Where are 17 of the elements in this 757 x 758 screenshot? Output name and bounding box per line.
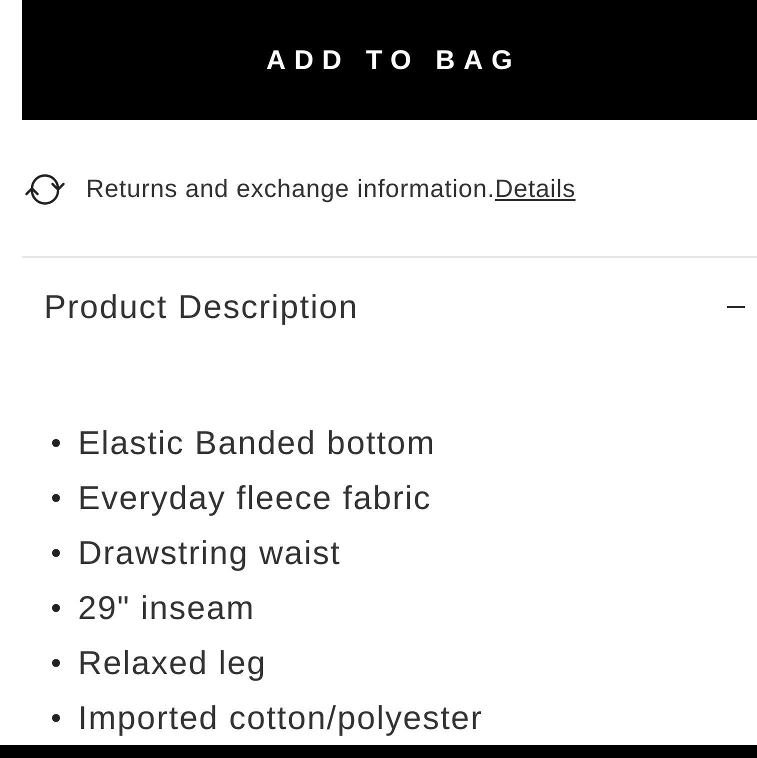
bullet-icon — [52, 714, 60, 722]
feature-text: Elastic Banded bottom — [78, 424, 436, 462]
feature-text: Relaxed leg — [78, 644, 267, 682]
bullet-icon — [52, 548, 60, 556]
feature-text: Drawstring waist — [78, 534, 341, 572]
add-to-bag-button[interactable]: ADD TO BAG — [22, 0, 757, 120]
returns-info-text: Returns and exchange information.Details — [86, 174, 576, 204]
collapse-minus-icon[interactable] — [727, 306, 745, 308]
bullet-icon — [52, 604, 60, 612]
feature-text: Everyday fleece fabric — [78, 478, 432, 516]
feature-text: Imported cotton/polyester — [78, 698, 483, 736]
bullet-icon — [52, 658, 60, 666]
details-link[interactable]: Details — [494, 174, 576, 202]
bullet-icon — [52, 494, 60, 502]
bullet-icon — [52, 438, 60, 446]
section-title: Product Description — [44, 288, 359, 326]
feature-text: 29" inseam — [78, 588, 255, 626]
